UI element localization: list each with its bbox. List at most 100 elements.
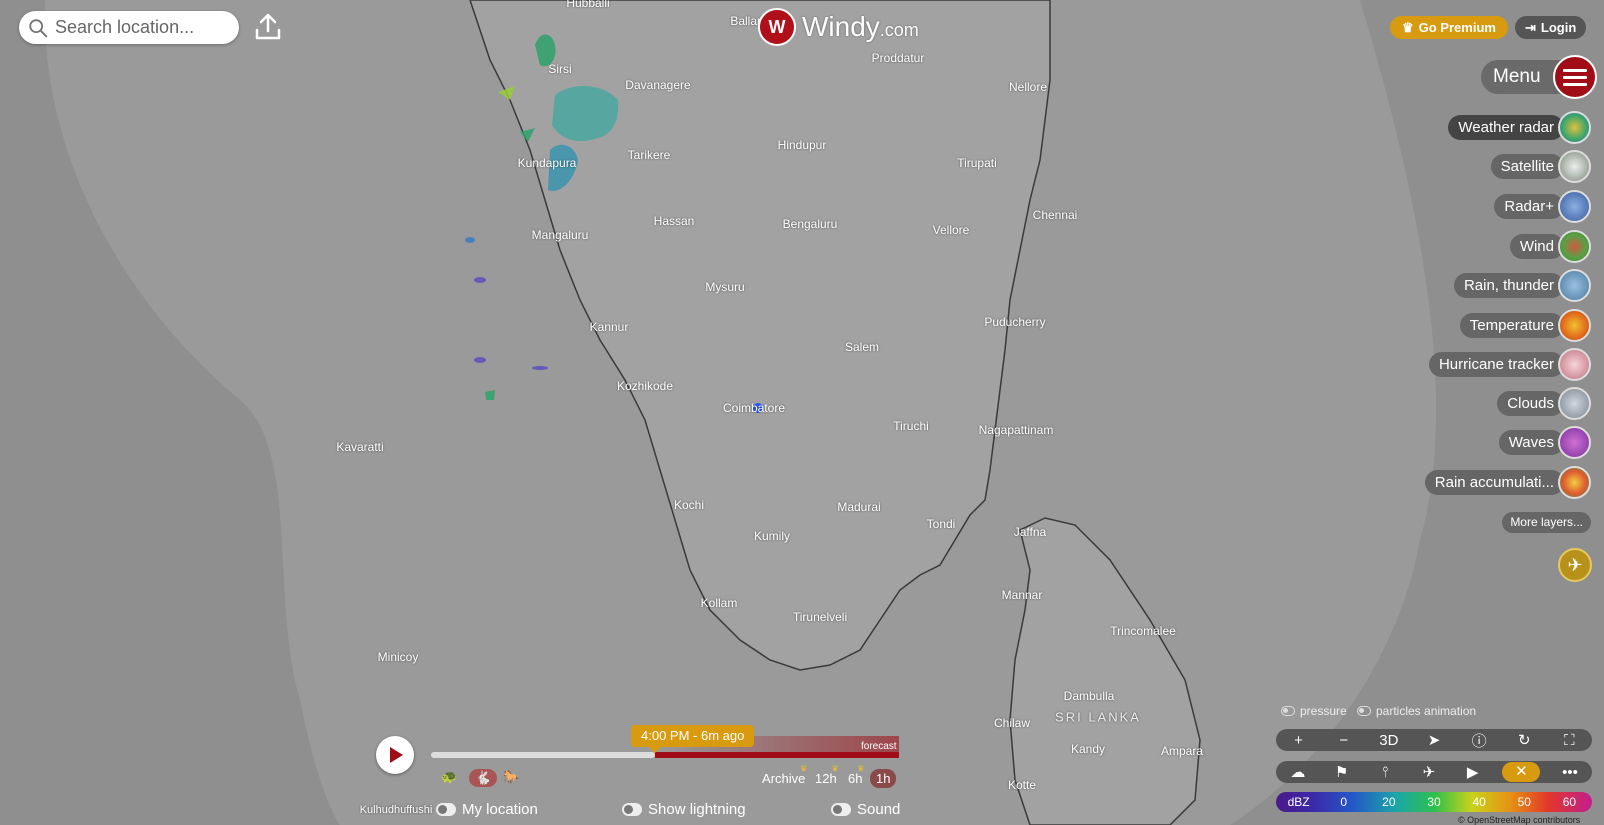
airport-button[interactable]: ✈ xyxy=(1558,548,1592,582)
layer-label: Waves xyxy=(1498,429,1564,455)
zoom-out-button[interactable]: − xyxy=(1330,732,1358,749)
layer-temperature[interactable]: Temperature xyxy=(1459,308,1591,342)
city-label: Kandy xyxy=(1070,742,1106,756)
normal-speed-icon[interactable]: 🐇 xyxy=(469,769,498,787)
city-label: Kulhudhuffushi xyxy=(359,804,433,816)
timeline-track-past[interactable] xyxy=(431,752,655,758)
pressure-toggle[interactable]: pressure xyxy=(1281,704,1347,718)
city-label: Davanagere xyxy=(625,78,691,92)
windy-logo[interactable]: W Windy.com xyxy=(758,8,919,46)
hurricane-icon[interactable]: ↻ xyxy=(1510,731,1538,749)
locate-icon[interactable]: ➤ xyxy=(1420,731,1448,749)
crown-icon: ♛ xyxy=(800,764,808,773)
slow-speed-icon[interactable]: 🐢 xyxy=(441,769,457,785)
layer-label: Weather radar xyxy=(1448,114,1564,140)
city-label: Puducherry xyxy=(984,315,1046,329)
city-label: Trincomalee xyxy=(1110,624,1176,638)
layer-label: Rain accumulati... xyxy=(1424,469,1564,495)
layer-label: Radar+ xyxy=(1494,193,1564,219)
go-premium-button[interactable]: ♛ Go Premium xyxy=(1390,16,1508,39)
my-location-label: My location xyxy=(462,801,538,818)
scale-tick: 60 xyxy=(1562,795,1577,809)
city-label: Kumily xyxy=(753,529,791,543)
pressure-label: pressure xyxy=(1300,704,1347,718)
layer-satellite[interactable]: Satellite xyxy=(1490,149,1591,183)
layer-rain-thunder[interactable]: Rain, thunder xyxy=(1453,268,1591,302)
info-icon[interactable]: ⓘ xyxy=(1465,730,1493,751)
menu-label: Menu xyxy=(1493,66,1541,87)
city-label: Vellore xyxy=(932,223,970,237)
layer-wind[interactable]: Wind xyxy=(1509,229,1591,263)
timeline-track-forecast[interactable] xyxy=(655,752,899,758)
weather-icon[interactable]: ☁ xyxy=(1284,763,1312,781)
particles-toggle[interactable]: particles animation xyxy=(1357,704,1476,718)
range-12h-button[interactable]: 12h ♛ xyxy=(815,764,839,786)
city-label: Kozhikode xyxy=(616,379,674,393)
particles-switch[interactable] xyxy=(1357,706,1371,716)
zoom-in-button[interactable]: + xyxy=(1285,732,1313,749)
radar-plus-thumb-icon xyxy=(1558,189,1591,223)
upload-icon[interactable] xyxy=(252,11,284,43)
layer-weather-radar[interactable]: Weather radar xyxy=(1448,110,1591,144)
layer-waves[interactable]: Waves xyxy=(1498,425,1591,459)
show-lightning-switch[interactable] xyxy=(622,803,642,816)
city-label: Coimbatore xyxy=(722,401,786,415)
layer-label: Rain, thunder xyxy=(1453,272,1564,298)
city-label: Tarikere xyxy=(627,148,671,162)
layer-rain-accumulation[interactable]: Rain accumulati... xyxy=(1424,465,1591,499)
search-input[interactable] xyxy=(53,16,227,39)
login-button[interactable]: ⇥ Login xyxy=(1515,16,1587,39)
city-label: Tirunelveli xyxy=(792,610,848,624)
layer-label: Hurricane tracker xyxy=(1428,351,1564,377)
city-label: Madurai xyxy=(837,500,881,514)
temperature-thumb-icon xyxy=(1558,308,1591,342)
forecast-label: forecast xyxy=(861,741,897,752)
hamburger-icon xyxy=(1553,55,1597,99)
timeline-current-time[interactable]: 4:00 PM - 6m ago xyxy=(631,725,755,753)
search-icon xyxy=(29,18,48,37)
go-premium-label: Go Premium xyxy=(1418,20,1496,35)
thermometer-icon[interactable]: ⫯ xyxy=(1371,764,1399,781)
layer-radar-plus[interactable]: Radar+ xyxy=(1494,189,1591,223)
city-label: Kochi xyxy=(673,498,705,512)
city-label: Bengaluru xyxy=(782,217,838,231)
more-layers-button[interactable]: More layers... xyxy=(1502,512,1591,533)
my-location-switch[interactable] xyxy=(436,803,456,816)
more-icon[interactable]: ••• xyxy=(1556,764,1584,781)
range-6h-button[interactable]: 6h ♛ xyxy=(848,764,864,786)
play-button[interactable] xyxy=(376,736,414,774)
city-label: Tirupati xyxy=(957,156,997,170)
show-lightning-label: Show lightning xyxy=(648,801,746,818)
layer-clouds[interactable]: Clouds xyxy=(1497,386,1591,420)
satellite-thumb-icon xyxy=(1558,149,1591,183)
fast-speed-icon[interactable]: 🐎 xyxy=(503,769,519,785)
range-1h-button[interactable]: 1h xyxy=(870,769,897,788)
login-label: Login xyxy=(1540,20,1577,35)
city-label: Salem xyxy=(844,340,880,354)
plane-icon: ✈ xyxy=(1567,554,1583,575)
menu-button[interactable]: Menu xyxy=(1481,55,1597,99)
layer-label: Clouds xyxy=(1497,390,1564,416)
sound-toggle[interactable]: Sound xyxy=(831,801,900,818)
show-lightning-toggle[interactable]: Show lightning xyxy=(622,801,746,818)
sound-label: Sound xyxy=(857,801,901,818)
attribution[interactable]: © OpenStreetMap contributors xyxy=(1458,815,1580,825)
close-icon[interactable]: ✕ xyxy=(1502,762,1541,782)
rain-thunder-thumb-icon xyxy=(1558,268,1591,302)
pressure-switch[interactable] xyxy=(1281,706,1295,716)
scale-tick: 20 xyxy=(1382,795,1396,809)
fullscreen-icon[interactable]: ⛶ xyxy=(1555,732,1583,749)
archive-button[interactable]: Archive ♛ xyxy=(762,764,807,786)
city-label: Jaffna xyxy=(1013,525,1047,539)
3d-button[interactable]: 3D xyxy=(1375,732,1403,749)
my-location-toggle[interactable]: My location xyxy=(436,801,538,818)
layer-hurricane-tracker[interactable]: Hurricane tracker xyxy=(1428,347,1591,381)
webcam-icon[interactable]: ▶ xyxy=(1459,763,1487,781)
city-label: Kavaratti xyxy=(336,440,384,454)
airplane-icon[interactable]: ✈ xyxy=(1415,763,1443,781)
flag-icon[interactable]: ⚑ xyxy=(1328,763,1356,781)
sound-switch[interactable] xyxy=(831,803,851,816)
search-box[interactable] xyxy=(19,11,239,44)
city-label: Tiruchi xyxy=(893,419,929,433)
crown-icon: ♛ xyxy=(831,764,839,773)
